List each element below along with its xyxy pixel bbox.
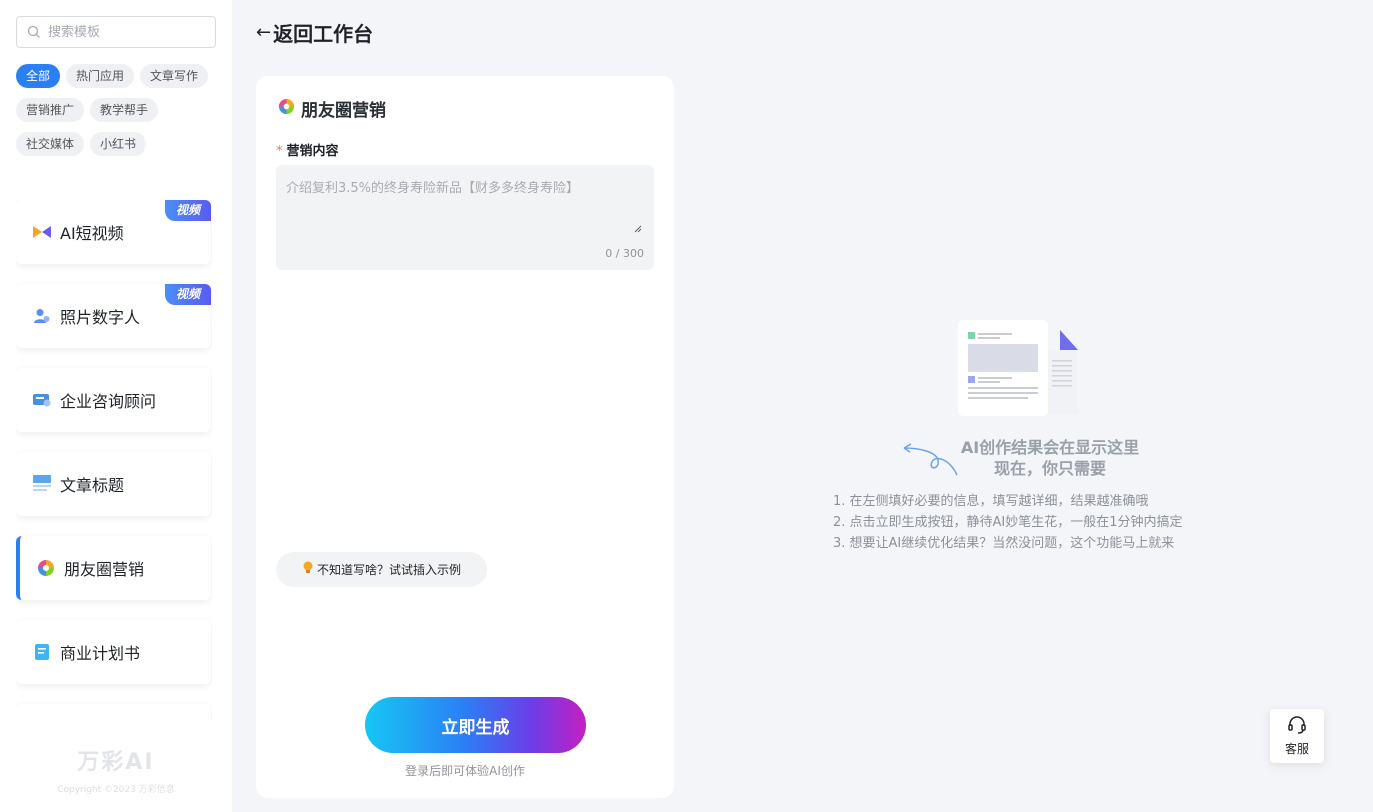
- brand-logo: 万彩AI: [77, 750, 155, 775]
- tip-item: 3. 想要让AI继续优化结果？当然没问题，这个功能马上就来: [833, 536, 1175, 551]
- back-label: 返回工作台: [273, 22, 374, 46]
- aperture-icon: [36, 558, 56, 578]
- customer-service-button[interactable]: 客服: [1270, 709, 1324, 763]
- tag-all[interactable]: 全部: [16, 64, 61, 88]
- customer-service-label: 客服: [1284, 742, 1309, 756]
- app-label: AI短视频: [60, 224, 124, 243]
- app-label: 朋友圈营销: [64, 560, 145, 579]
- form-title: 朋友圈营销: [278, 96, 386, 121]
- app-label: 照片数字人: [60, 308, 141, 327]
- tip-item: 1. 在左侧填好必要的信息，填写越详细，结果越准确哦: [833, 494, 1149, 509]
- video-badge: 视频: [165, 200, 211, 221]
- tag-article-writing[interactable]: 文章写作: [140, 64, 209, 88]
- sidebar-footer: 万彩AI Copyright ©2023 万彩信息: [0, 720, 232, 812]
- usage-tips: 1. 在左侧填好必要的信息，填写越详细，结果越准确哦 2. 点击立即生成按钮，静…: [833, 491, 1183, 554]
- app-card-moments-marketing[interactable]: 朋友圈营销: [16, 536, 211, 600]
- login-tip: 登录后即可体验AI创作: [405, 764, 525, 778]
- marketing-content-input[interactable]: [276, 165, 654, 245]
- tip-item: 2. 点击立即生成按钮，静待AI妙笔生花，一般在1分钟内搞定: [833, 515, 1183, 530]
- tag-xiaohongshu[interactable]: 小红书: [90, 132, 147, 156]
- app-label: 企业咨询顾问: [60, 392, 157, 411]
- tag-teaching[interactable]: 教学帮手: [90, 98, 159, 122]
- search-icon: [27, 25, 40, 38]
- form-panel: 朋友圈营销 *营销内容 0 / 300 不知道写啥？试试插入示例 立即生成 登录…: [256, 76, 674, 798]
- video-bow-icon: [32, 222, 52, 242]
- resize-handle-icon[interactable]: [634, 225, 642, 233]
- search-input[interactable]: [48, 24, 208, 40]
- empty-title-line2: 现在，你只需要: [993, 459, 1106, 478]
- consult-icon: [32, 390, 52, 410]
- field-label-text: 营销内容: [286, 144, 339, 159]
- search-box[interactable]: [16, 16, 216, 48]
- app-card-business-plan[interactable]: 商业计划书: [16, 620, 211, 684]
- app-card-business-consultant[interactable]: 企业咨询顾问: [16, 368, 211, 432]
- insert-example-label: 不知道写啥？试试插入示例: [317, 563, 462, 577]
- app-card-article-title[interactable]: 文章标题: [16, 452, 211, 516]
- tag-social-media[interactable]: 社交媒体: [16, 132, 85, 156]
- back-to-workspace-button[interactable]: ← 返回工作台: [256, 18, 373, 47]
- app-card-ai-video[interactable]: AI短视频 视频: [16, 200, 211, 264]
- person-icon: [32, 306, 52, 326]
- title-icon: [32, 474, 52, 494]
- doc-icon: [32, 642, 52, 662]
- empty-result-title: AI创作结果会在显示这里 现在，你只需要: [900, 437, 1200, 479]
- aperture-icon: [278, 98, 295, 119]
- tag-marketing[interactable]: 营销推广: [16, 98, 85, 122]
- app-card-partial[interactable]: [16, 704, 211, 720]
- insert-example-button[interactable]: 不知道写啥？试试插入示例: [276, 552, 487, 587]
- char-counter: 0 / 300: [605, 247, 644, 260]
- generate-button[interactable]: 立即生成: [365, 697, 586, 753]
- form-title-text: 朋友圈营销: [301, 101, 386, 121]
- tag-hot-apps[interactable]: 热门应用: [66, 64, 135, 88]
- required-mark: *: [276, 144, 283, 159]
- app-label: 商业计划书: [60, 644, 141, 663]
- field-label: * 营销内容: [276, 140, 339, 159]
- lightbulb-icon: [302, 560, 314, 579]
- video-badge: 视频: [165, 284, 211, 305]
- app-label: 文章标题: [60, 476, 125, 495]
- marketing-content-field: 0 / 300: [276, 165, 654, 270]
- headset-icon: [1288, 716, 1306, 734]
- app-card-photo-avatar[interactable]: 照片数字人 视频: [16, 284, 211, 348]
- copyright-text: Copyright ©2023 万彩信息: [57, 785, 175, 795]
- sidebar: 全部 热门应用 文章写作 营销推广 教学帮手 社交媒体 小红书 AI短视频 视频…: [0, 0, 232, 812]
- arrow-left-icon: ←: [256, 22, 272, 43]
- app-list: AI短视频 视频 照片数字人 视频 企业咨询顾问 文章标题 朋友圈营销 商业计划…: [16, 200, 212, 720]
- category-tags: 全部 热门应用 文章写作 营销推广 教学帮手 社交媒体 小红书: [16, 64, 221, 156]
- empty-title-line1: AI创作结果会在显示这里: [960, 438, 1140, 457]
- empty-result-illustration: [958, 320, 1078, 416]
